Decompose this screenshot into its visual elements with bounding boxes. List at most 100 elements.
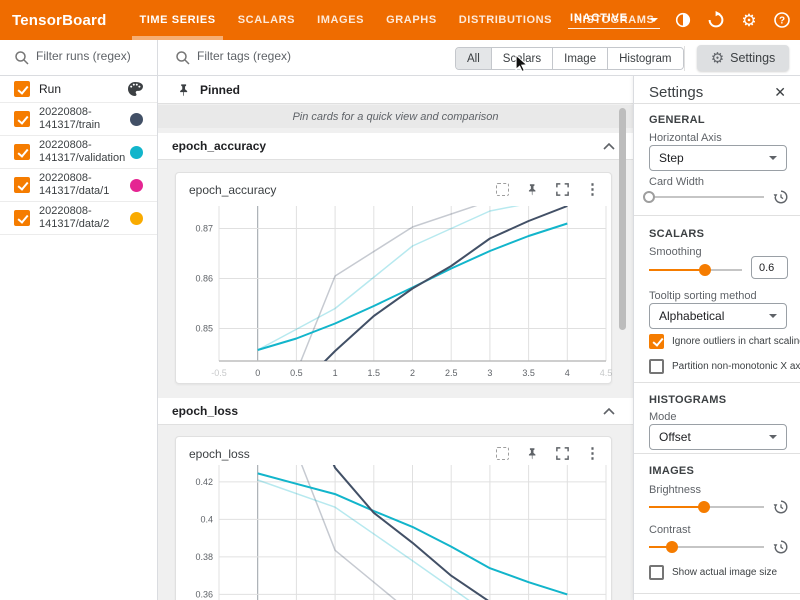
svg-text:?: ?: [779, 16, 785, 27]
ignore-outliers-checkbox[interactable]: [649, 334, 664, 349]
scrollbar-thumb[interactable]: [619, 108, 626, 330]
chevron-down-icon: [769, 314, 777, 318]
epoch-loss-chart[interactable]: -0.500.511.522.533.544.50.360.380.40.42: [176, 465, 613, 600]
run-checkbox[interactable]: [14, 111, 30, 127]
svg-text:0.87: 0.87: [195, 224, 213, 234]
run-row-data-1[interactable]: 20220808-141317/data/1: [0, 169, 157, 202]
run-row-train[interactable]: 20220808-141317/train: [0, 103, 157, 136]
horizontal-axis-select[interactable]: Step: [649, 145, 787, 171]
chevron-down-icon: [769, 435, 777, 439]
smoothing-slider[interactable]: [649, 263, 742, 277]
histograms-heading: HISTOGRAMS: [649, 394, 726, 406]
run-checkbox[interactable]: [14, 177, 30, 193]
status-dropdown[interactable]: INACTIVE: [568, 12, 660, 29]
pin-card-button[interactable]: [524, 181, 541, 198]
svg-text:0.42: 0.42: [195, 477, 213, 487]
gear-icon: ⚙: [711, 51, 724, 66]
card-width-slider[interactable]: [649, 190, 764, 204]
tooltip-sorting-label: Tooltip sorting method: [649, 290, 757, 302]
filter-all-button[interactable]: All: [456, 48, 491, 69]
epoch-accuracy-chart[interactable]: -0.500.511.522.533.544.50.850.860.87: [176, 201, 613, 383]
svg-text:0.85: 0.85: [195, 324, 213, 334]
divider: [684, 46, 685, 71]
tab-graphs[interactable]: GRAPHS: [375, 0, 448, 40]
reset-contrast-button[interactable]: [772, 538, 790, 556]
tensorboard-app: TensorBoard TIME SERIES SCALARS IMAGES G…: [0, 0, 800, 600]
runs-header-row: Run: [0, 76, 157, 103]
section-title: epoch_loss: [172, 404, 603, 418]
svg-text:0.38: 0.38: [195, 552, 213, 562]
pinned-section-header: Pinned: [158, 76, 633, 104]
tab-distributions[interactable]: DISTRIBUTIONS: [448, 0, 563, 40]
divider: [634, 103, 800, 104]
palette-icon[interactable]: [127, 81, 144, 97]
reset-card-width-button[interactable]: [772, 188, 790, 206]
search-icon: [175, 50, 191, 66]
filter-image-button[interactable]: Image: [552, 48, 607, 69]
svg-text:4: 4: [565, 368, 570, 378]
select-all-runs-checkbox[interactable]: [14, 81, 30, 97]
partition-x-axis-row[interactable]: Partition non-monotonic X axis ?: [649, 359, 792, 374]
pin-card-button[interactable]: [524, 445, 541, 462]
run-name: 20220808-141317/data/1: [39, 172, 130, 198]
partition-x-axis-checkbox[interactable]: [649, 359, 664, 374]
brightness-toggle-button[interactable]: [673, 10, 693, 30]
help-button[interactable]: ?: [772, 10, 792, 30]
card-menu-button[interactable]: ⋮: [584, 445, 601, 462]
tab-images[interactable]: IMAGES: [306, 0, 375, 40]
filter-toolbar: All Scalars Image Histogram ⚙ Settings: [0, 40, 800, 76]
brightness-label: Brightness: [649, 484, 701, 496]
filter-histogram-button[interactable]: Histogram: [607, 48, 682, 69]
run-checkbox[interactable]: [14, 144, 30, 160]
svg-text:1.5: 1.5: [368, 368, 381, 378]
svg-text:3.5: 3.5: [522, 368, 535, 378]
ignore-outliers-row[interactable]: Ignore outliers in chart scaling: [649, 334, 792, 349]
close-icon[interactable]: ✕: [774, 84, 786, 101]
run-color-dot: [130, 113, 143, 126]
fullscreen-button[interactable]: [554, 181, 571, 198]
collapse-section-button[interactable]: [603, 408, 615, 415]
actual-image-size-row[interactable]: Show actual image size: [649, 565, 792, 580]
pin-icon: [526, 447, 539, 460]
reset-icon: [773, 189, 789, 205]
run-row-data-2[interactable]: 20220808-141317/data/2: [0, 202, 157, 235]
fit-domain-button[interactable]: [494, 445, 511, 462]
filter-runs-input[interactable]: [36, 49, 151, 63]
refresh-icon: [707, 11, 725, 29]
run-color-dot: [130, 212, 143, 225]
gear-icon: ⚙: [741, 12, 756, 29]
section-header-epoch-accuracy: epoch_accuracy: [158, 133, 633, 160]
reset-brightness-button[interactable]: [772, 498, 790, 516]
collapse-section-button[interactable]: [603, 143, 615, 150]
histogram-mode-select[interactable]: Offset: [649, 424, 787, 450]
svg-text:4.5: 4.5: [600, 368, 613, 378]
horizontal-axis-label: Horizontal Axis: [649, 132, 722, 144]
actual-image-size-checkbox[interactable]: [649, 565, 664, 580]
svg-text:-0.5: -0.5: [211, 368, 227, 378]
divider: [634, 215, 800, 216]
smoothing-label: Smoothing: [649, 246, 702, 258]
tooltip-sorting-select[interactable]: Alphabetical: [649, 303, 787, 329]
card-width-label: Card Width: [649, 176, 704, 188]
divider: [634, 382, 800, 383]
brightness-slider[interactable]: [649, 500, 764, 514]
run-checkbox[interactable]: [14, 210, 30, 226]
header-settings-button[interactable]: ⚙: [739, 10, 759, 30]
run-color-dot: [130, 146, 143, 159]
run-row-validation[interactable]: 20220808-141317/validation: [0, 136, 157, 169]
tab-scalars[interactable]: SCALARS: [227, 0, 306, 40]
contrast-slider[interactable]: [649, 540, 764, 554]
smoothing-value-input[interactable]: [751, 256, 788, 279]
fit-domain-button[interactable]: [494, 181, 511, 198]
help-icon: ?: [773, 11, 791, 29]
filter-tags-input[interactable]: [197, 49, 427, 63]
refresh-button[interactable]: [706, 10, 726, 30]
filter-scalars-button[interactable]: Scalars: [491, 48, 552, 69]
card-menu-button[interactable]: ⋮: [584, 181, 601, 198]
run-color-dot: [130, 179, 143, 192]
chevron-down-icon: [650, 18, 658, 22]
svg-text:2: 2: [410, 368, 415, 378]
settings-button[interactable]: ⚙ Settings: [697, 45, 789, 71]
fullscreen-button[interactable]: [554, 445, 571, 462]
tab-time-series[interactable]: TIME SERIES: [128, 0, 226, 40]
